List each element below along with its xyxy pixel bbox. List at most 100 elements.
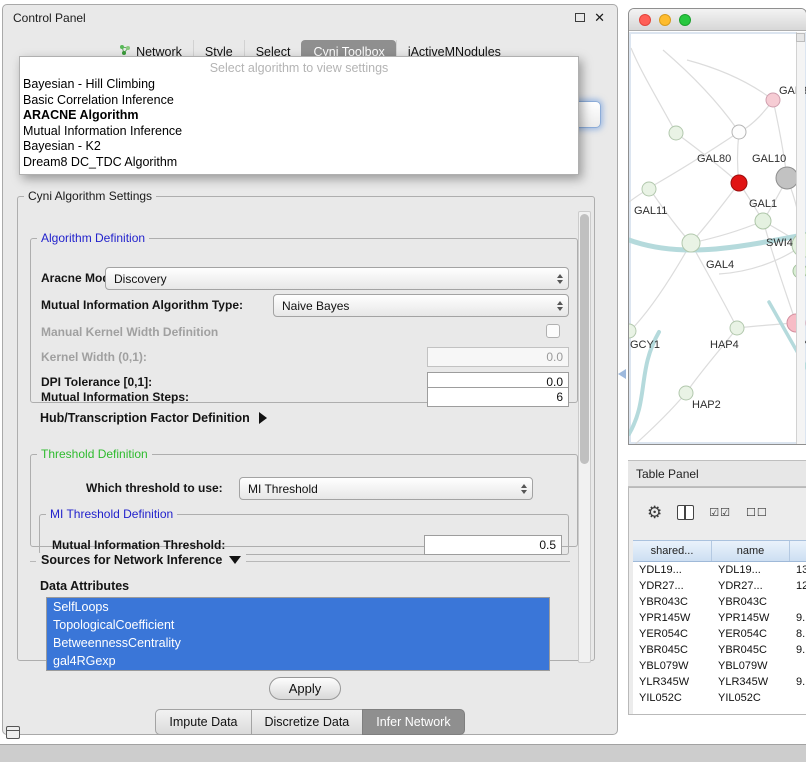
algorithm-option-bayesian-hill-climbing[interactable]: Bayesian - Hill Climbing — [20, 77, 578, 93]
screen: Control Panel ✕ NetworkStyleSelectCyni T… — [0, 0, 806, 762]
sources-section-label: Sources for Network Inference — [41, 553, 222, 567]
mi-algorithm-type-label: Mutual Information Algorithm Type: — [41, 298, 243, 312]
select-all-icon[interactable]: ☑☑ — [709, 506, 731, 519]
apply-button[interactable]: Apply — [269, 677, 341, 700]
table-row[interactable]: YER054CYER054C8. — [633, 626, 806, 642]
mi-threshold-definition-group: MI Threshold Definition Mutual Informati… — [39, 507, 569, 555]
columns-icon[interactable] — [677, 505, 694, 520]
table-cell: 8. — [790, 628, 806, 640]
network-view-window: GAL8GAL80GAL10GAL11GAL1SWI4GAL4GCY1HAP4Y… — [628, 8, 806, 445]
mi-steps-label: Mutual Information Steps: — [41, 390, 189, 404]
attribute-item-betweennesscentrality[interactable]: BetweennessCentrality — [47, 634, 549, 652]
table-row[interactable]: YDL19...YDL19...13 — [633, 562, 806, 578]
settings-scrollbar[interactable] — [578, 211, 591, 663]
network-window-titlebar — [629, 9, 806, 31]
bottom-tab-discretize-data[interactable]: Discretize Data — [251, 709, 364, 735]
network-node[interactable] — [682, 234, 700, 252]
table-cell: YDR27... — [633, 580, 712, 592]
settings-group-legend: Cyni Algorithm Settings — [24, 189, 156, 203]
table-cell: YBR045C — [712, 644, 790, 656]
settings-scrollbar-thumb[interactable] — [580, 214, 589, 464]
hub-transcription-factor-section[interactable]: Hub/Transcription Factor Definition — [40, 411, 267, 425]
table-cell: YBL079W — [633, 660, 712, 672]
zoom-traffic-light-icon[interactable] — [679, 14, 691, 26]
attribute-item-gal4rgexp[interactable]: gal4RGexp — [47, 652, 549, 670]
aracne-mode-select[interactable]: Discovery — [105, 267, 569, 290]
mi-steps-input[interactable] — [427, 387, 569, 407]
aracne-mode-value: Discovery — [114, 272, 167, 286]
table-cell: 9. — [790, 676, 806, 688]
manual-kernel-width-checkbox[interactable] — [546, 324, 560, 338]
control-panel-title: Control Panel — [13, 11, 86, 25]
control-panel-titlebar: Control Panel ✕ — [3, 5, 617, 31]
network-node[interactable] — [776, 167, 798, 189]
minimized-panel-icon[interactable] — [6, 726, 20, 739]
network-node[interactable] — [669, 126, 683, 140]
float-window-icon[interactable] — [575, 13, 585, 22]
table-panel: ⚙ ☑☑ ☐☐ shared...name YDL19...YDL19...13… — [628, 487, 806, 715]
network-node-label: GAL4 — [706, 259, 734, 271]
network-node[interactable] — [755, 213, 771, 229]
table-cell: YIL052C — [633, 692, 712, 704]
bottom-tab-impute-data[interactable]: Impute Data — [155, 709, 251, 735]
table-row[interactable]: YBL079WYBL079W — [633, 658, 806, 674]
algorithm-option-basic-correlation-inference[interactable]: Basic Correlation Inference — [20, 93, 578, 109]
network-node-label: GAL80 — [697, 153, 731, 165]
table-cell: YLR345W — [633, 676, 712, 688]
sources-section-header[interactable]: Sources for Network Inference — [36, 553, 246, 567]
cyni-algorithm-settings-group: Cyni Algorithm Settings Algorithm Defini… — [17, 189, 595, 661]
table-row[interactable]: YBR043CYBR043C — [633, 594, 806, 610]
table-cell: YDR27... — [712, 580, 790, 592]
network-node-label: HAP4 — [710, 339, 739, 351]
algorithm-option-dream8-dc-tdc-algorithm[interactable]: Dream8 DC_TDC Algorithm — [20, 155, 578, 171]
table-header-row: shared...name — [633, 540, 806, 562]
table-cell: YPR145W — [712, 612, 790, 624]
algorithm-option-aracne-algorithm[interactable]: ARACNE Algorithm — [20, 108, 578, 124]
table-row[interactable]: YBR045CYBR045C9. — [633, 642, 806, 658]
network-scroll-up-button[interactable] — [796, 33, 805, 42]
column-header-col2[interactable] — [790, 541, 806, 561]
attribute-item-topologicalcoefficient[interactable]: TopologicalCoefficient — [47, 616, 549, 634]
table-toolbar: ⚙ ☑☑ ☐☐ — [629, 488, 806, 536]
algorithm-option-mutual-information-inference[interactable]: Mutual Information Inference — [20, 124, 578, 140]
mi-algorithm-type-select[interactable]: Naive Bayes — [273, 294, 569, 317]
mi-algorithm-type-value: Naive Bayes — [282, 299, 349, 313]
network-node[interactable] — [679, 386, 693, 400]
combo-arrows-icon — [521, 484, 527, 494]
gear-icon[interactable]: ⚙ — [647, 504, 662, 521]
kernel-width-input[interactable] — [427, 347, 569, 367]
close-icon[interactable]: ✕ — [594, 11, 605, 24]
table-row[interactable]: YPR145WYPR145W9. — [633, 610, 806, 626]
network-canvas[interactable]: GAL8GAL80GAL10GAL11GAL1SWI4GAL4GCY1HAP4Y… — [629, 32, 806, 444]
deselect-all-icon[interactable]: ☐☐ — [746, 506, 768, 519]
mi-threshold-input[interactable] — [424, 535, 562, 555]
table-row[interactable]: YDR27...YDR27...12 — [633, 578, 806, 594]
algorithm-dropdown-items: Bayesian - Hill ClimbingBasic Correlatio… — [20, 77, 578, 170]
which-threshold-select[interactable]: MI Threshold — [239, 477, 533, 500]
close-traffic-light-icon[interactable] — [639, 14, 651, 26]
network-node[interactable] — [730, 321, 744, 335]
panel-divider-collapse-icon[interactable] — [618, 369, 626, 379]
manual-kernel-width-label: Manual Kernel Width Definition — [41, 325, 218, 339]
network-scrollbar[interactable] — [796, 32, 805, 444]
which-threshold-label: Which threshold to use: — [86, 481, 223, 495]
node-table: shared...name YDL19...YDL19...13YDR27...… — [633, 540, 806, 714]
column-header-name[interactable]: name — [712, 541, 790, 561]
network-node[interactable] — [731, 175, 747, 191]
bottom-tab-infer-network[interactable]: Infer Network — [362, 709, 464, 735]
column-header-shared[interactable]: shared... — [633, 541, 712, 561]
algorithm-dropdown-placeholder: Select algorithm to view settings — [20, 60, 578, 77]
network-node-label: GAL10 — [752, 153, 786, 165]
table-cell: YBL079W — [712, 660, 790, 672]
table-row[interactable]: YLR345WYLR345W9. — [633, 674, 806, 690]
table-row[interactable]: YIL052CYIL052C — [633, 690, 806, 706]
mi-threshold-label: Mutual Information Threshold: — [52, 538, 225, 552]
network-node[interactable] — [732, 125, 746, 139]
table-cell: YBR043C — [633, 596, 712, 608]
algorithm-option-bayesian-k2[interactable]: Bayesian - K2 — [20, 139, 578, 155]
attribute-item-selfloops[interactable]: SelfLoops — [47, 598, 549, 616]
network-node[interactable] — [642, 182, 656, 196]
minimize-traffic-light-icon[interactable] — [659, 14, 671, 26]
algorithm-dropdown-popup: Select algorithm to view settings Bayesi… — [19, 56, 579, 175]
network-node[interactable] — [766, 93, 780, 107]
